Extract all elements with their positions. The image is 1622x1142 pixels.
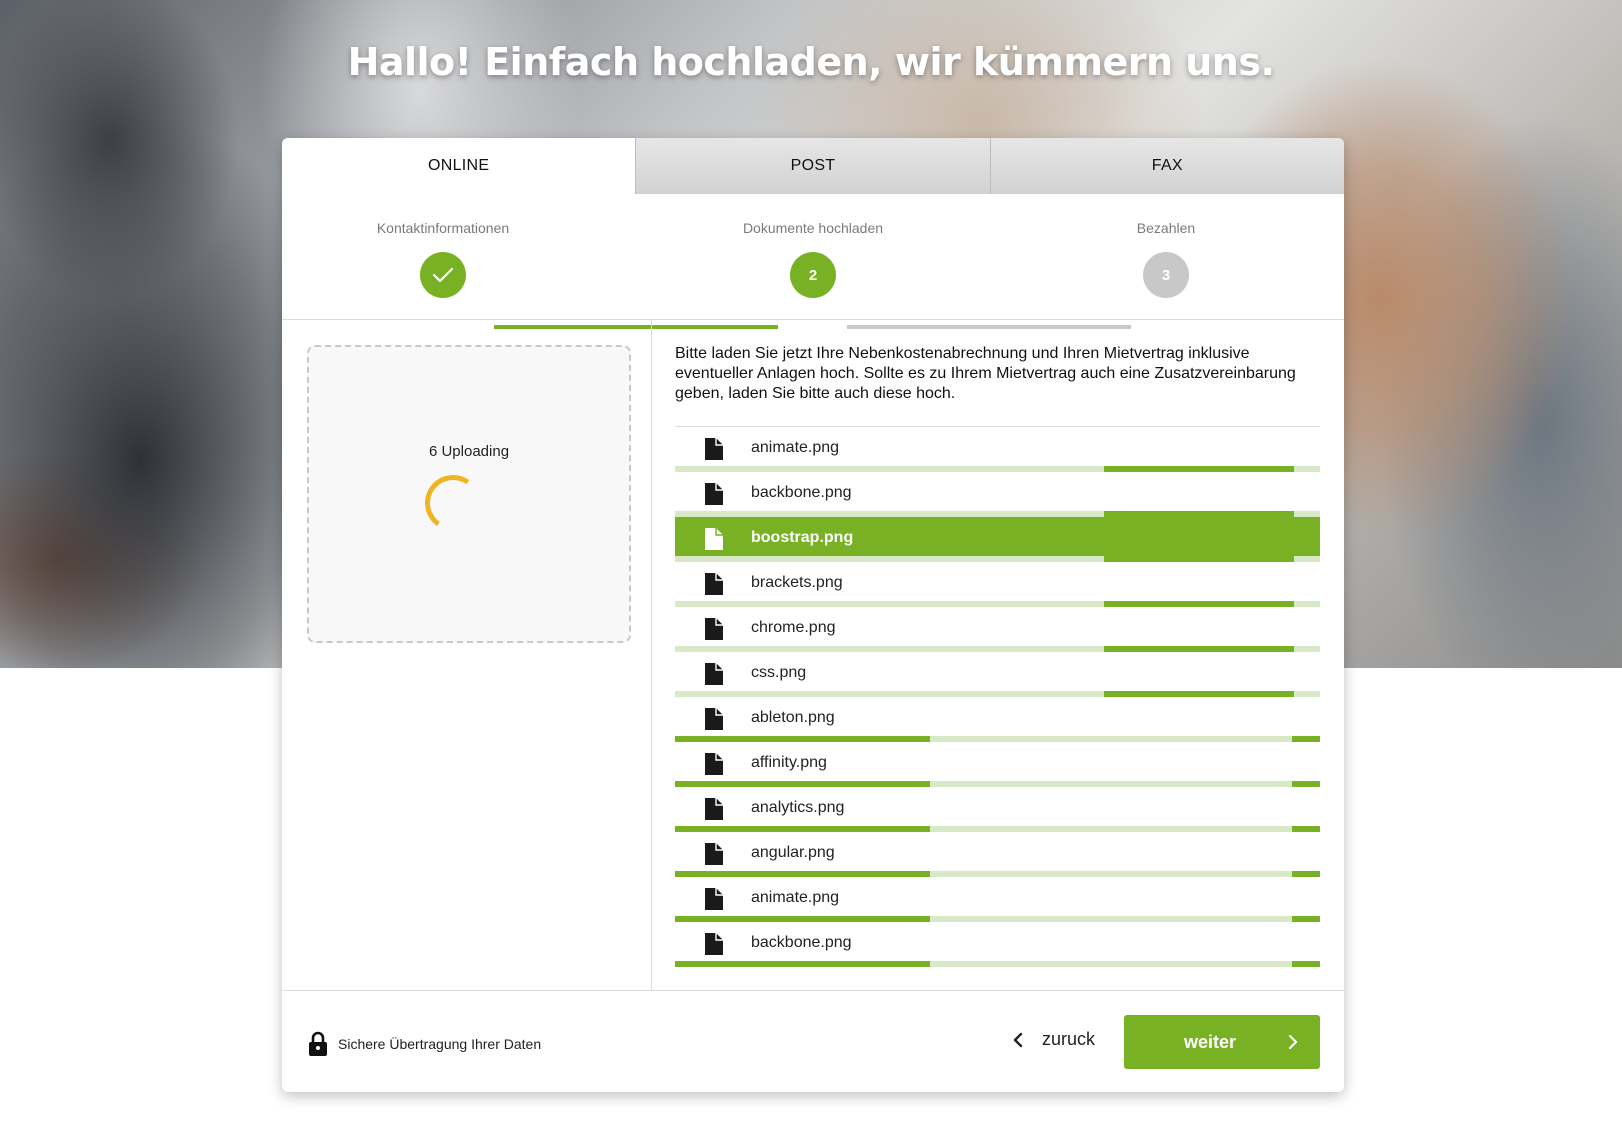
file-row[interactable]: animate.png xyxy=(675,877,1320,922)
file-icon xyxy=(705,843,723,865)
file-row[interactable]: angular.png xyxy=(675,832,1320,877)
file-icon xyxy=(705,663,723,685)
step-label: Kontaktinformationen xyxy=(376,220,510,236)
chevron-left-icon xyxy=(1013,1032,1023,1047)
file-icon xyxy=(705,888,723,910)
file-name: animate.png xyxy=(751,889,840,906)
lock-icon xyxy=(309,1031,327,1056)
file-row[interactable]: boostrap.png xyxy=(675,517,1320,562)
step-done-marker xyxy=(420,252,466,298)
step-label: Bezahlen xyxy=(1136,220,1196,236)
file-icon xyxy=(705,438,723,460)
file-row[interactable]: chrome.png xyxy=(675,607,1320,652)
file-icon xyxy=(705,753,723,775)
hero-title: Hallo! Einfach hochladen, wir kümmern un… xyxy=(347,40,1275,84)
file-row[interactable]: backbone.png xyxy=(675,922,1320,967)
progress-stepper: Kontaktinformationen Dokumente hochladen… xyxy=(282,194,1344,329)
file-icon xyxy=(705,528,723,550)
file-icon xyxy=(705,618,723,640)
channel-tabs: ONLINE POST FAX xyxy=(282,138,1344,194)
file-icon xyxy=(705,933,723,955)
file-name: boostrap.png xyxy=(751,529,854,546)
upload-progress-track xyxy=(675,961,1320,967)
tab-online[interactable]: ONLINE xyxy=(282,138,636,194)
file-row[interactable]: css.png xyxy=(675,652,1320,697)
file-list: animate.png backbone.png boostrap.png brack… xyxy=(675,426,1320,967)
file-name: chrome.png xyxy=(751,619,836,636)
dropzone-column: 6 Uploading xyxy=(282,320,652,990)
file-name: analytics.png xyxy=(751,799,845,816)
file-name: animate.png xyxy=(751,439,840,456)
file-row[interactable]: affinity.png xyxy=(675,742,1320,787)
back-button[interactable]: zuruck xyxy=(1012,1029,1095,1050)
file-row[interactable]: ableton.png xyxy=(675,697,1320,742)
file-row[interactable]: animate.png xyxy=(675,427,1320,472)
file-row[interactable]: analytics.png xyxy=(675,787,1320,832)
file-list-column: Bitte laden Sie jetzt Ihre Nebenkostenab… xyxy=(675,320,1320,990)
file-name: angular.png xyxy=(751,844,835,861)
step-label: Dokumente hochladen xyxy=(742,220,884,236)
step-number-marker: 2 xyxy=(790,252,836,298)
step-number-marker: 3 xyxy=(1143,252,1189,298)
file-icon xyxy=(705,483,723,505)
card-footer: Sichere Übertragung Ihrer Daten zuruck w… xyxy=(282,990,1344,1092)
check-icon xyxy=(432,267,454,283)
file-name: ableton.png xyxy=(751,709,835,726)
next-label: weiter xyxy=(1183,1032,1237,1052)
step-payment: Bezahlen 3 xyxy=(1046,220,1286,298)
file-dropzone[interactable]: 6 Uploading xyxy=(307,345,631,643)
file-icon xyxy=(705,798,723,820)
file-name: backbone.png xyxy=(751,484,852,501)
upload-status: 6 Uploading xyxy=(428,443,510,460)
secure-transfer-note: Sichere Übertragung Ihrer Daten xyxy=(308,1031,541,1057)
tab-post[interactable]: POST xyxy=(635,138,990,194)
back-label: zuruck xyxy=(1042,1029,1096,1049)
file-icon xyxy=(705,708,723,730)
file-name: affinity.png xyxy=(751,754,827,771)
loading-spinner-icon xyxy=(420,470,486,536)
file-name: css.png xyxy=(751,664,807,681)
step-upload-documents: Dokumente hochladen 2 xyxy=(693,220,933,298)
upload-progress-fill xyxy=(1292,961,1320,967)
file-name: backbone.png xyxy=(751,934,852,951)
next-button[interactable]: weiter xyxy=(1124,1015,1320,1069)
secure-transfer-text: Sichere Übertragung Ihrer Daten xyxy=(338,1036,542,1052)
file-row[interactable]: backbone.png xyxy=(675,472,1320,517)
file-name: brackets.png xyxy=(751,574,843,591)
chevron-right-icon xyxy=(1288,1034,1298,1050)
upload-progress-fill xyxy=(675,961,930,967)
upload-content: 6 Uploading Bitte laden Sie jetzt Ihre N… xyxy=(282,320,1344,990)
tab-fax[interactable]: FAX xyxy=(989,138,1344,194)
file-icon xyxy=(705,573,723,595)
step-contact-info: Kontaktinformationen xyxy=(323,220,563,298)
upload-instructions: Bitte laden Sie jetzt Ihre Nebenkostenab… xyxy=(675,345,1296,402)
file-row[interactable]: brackets.png xyxy=(675,562,1320,607)
upload-card: ONLINE POST FAX Kontaktinformationen Dok… xyxy=(282,138,1344,1092)
